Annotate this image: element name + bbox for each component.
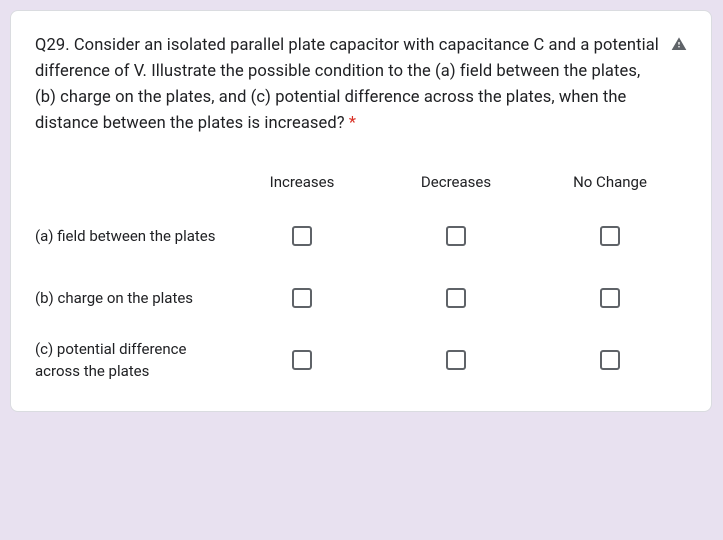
- cell-b-nochange: [533, 288, 687, 308]
- row-label-a: (a) field between the plates: [35, 225, 225, 247]
- cell-a-decreases: [379, 226, 533, 246]
- cell-a-nochange: [533, 226, 687, 246]
- checkbox-b-increases[interactable]: [292, 288, 312, 308]
- checkbox-a-increases[interactable]: [292, 226, 312, 246]
- grid-row-c: (c) potential difference across the plat…: [35, 329, 687, 391]
- checkbox-c-decreases[interactable]: [446, 350, 466, 370]
- checkbox-a-decreases[interactable]: [446, 226, 466, 246]
- grid-row-a: (a) field between the plates: [35, 205, 687, 267]
- checkbox-b-decreases[interactable]: [446, 288, 466, 308]
- checkbox-grid: Increases Decreases No Change (a) field …: [35, 173, 687, 391]
- grid-row-b: (b) charge on the plates: [35, 267, 687, 329]
- column-header-increases: Increases: [225, 173, 379, 191]
- checkbox-b-nochange[interactable]: [600, 288, 620, 308]
- checkbox-c-increases[interactable]: [292, 350, 312, 370]
- checkbox-a-nochange[interactable]: [600, 226, 620, 246]
- cell-c-nochange: [533, 350, 687, 370]
- cell-a-increases: [225, 226, 379, 246]
- checkbox-c-nochange[interactable]: [600, 350, 620, 370]
- question-text: Q29. Consider an isolated parallel plate…: [35, 33, 663, 137]
- column-header-decreases: Decreases: [379, 173, 533, 191]
- question-header: Q29. Consider an isolated parallel plate…: [35, 33, 687, 137]
- cell-c-increases: [225, 350, 379, 370]
- cell-b-increases: [225, 288, 379, 308]
- cell-c-decreases: [379, 350, 533, 370]
- column-header-nochange: No Change: [533, 173, 687, 191]
- grid-header-row: Increases Decreases No Change: [35, 173, 687, 191]
- question-card: Q29. Consider an isolated parallel plate…: [10, 10, 712, 412]
- required-asterisk: *: [345, 114, 356, 133]
- row-label-b: (b) charge on the plates: [35, 287, 225, 309]
- row-label-c: (c) potential difference across the plat…: [35, 338, 225, 382]
- cell-b-decreases: [379, 288, 533, 308]
- report-problem-icon[interactable]: [671, 36, 687, 56]
